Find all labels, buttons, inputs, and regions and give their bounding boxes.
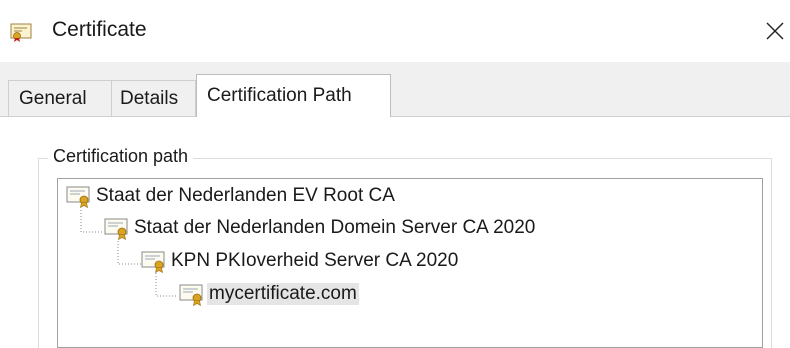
tree-item-label: Staat der Nederlanden Domein Server CA 2… <box>134 217 536 238</box>
title-bar: Certificate <box>0 0 790 62</box>
tab-certification-path[interactable]: Certification Path <box>196 74 391 117</box>
tree-item-label: Staat der Nederlanden EV Root CA <box>96 185 395 206</box>
certificate-icon <box>66 186 90 209</box>
certificate-icon <box>141 251 165 274</box>
certificate-icon <box>104 218 128 241</box>
certificate-icon <box>10 22 32 42</box>
tree-item-label: KPN PKIoverheid Server CA 2020 <box>171 250 459 271</box>
close-button[interactable] <box>760 14 790 48</box>
tab-general[interactable]: General <box>8 80 112 116</box>
tab-details[interactable]: Details <box>111 80 196 116</box>
tree-item-label: mycertificate.com <box>207 283 359 305</box>
window-title: Certificate <box>52 18 147 41</box>
certification-path-group-label: Certification path <box>48 146 194 167</box>
certificate-icon <box>179 284 203 307</box>
tab-divider <box>0 116 790 117</box>
